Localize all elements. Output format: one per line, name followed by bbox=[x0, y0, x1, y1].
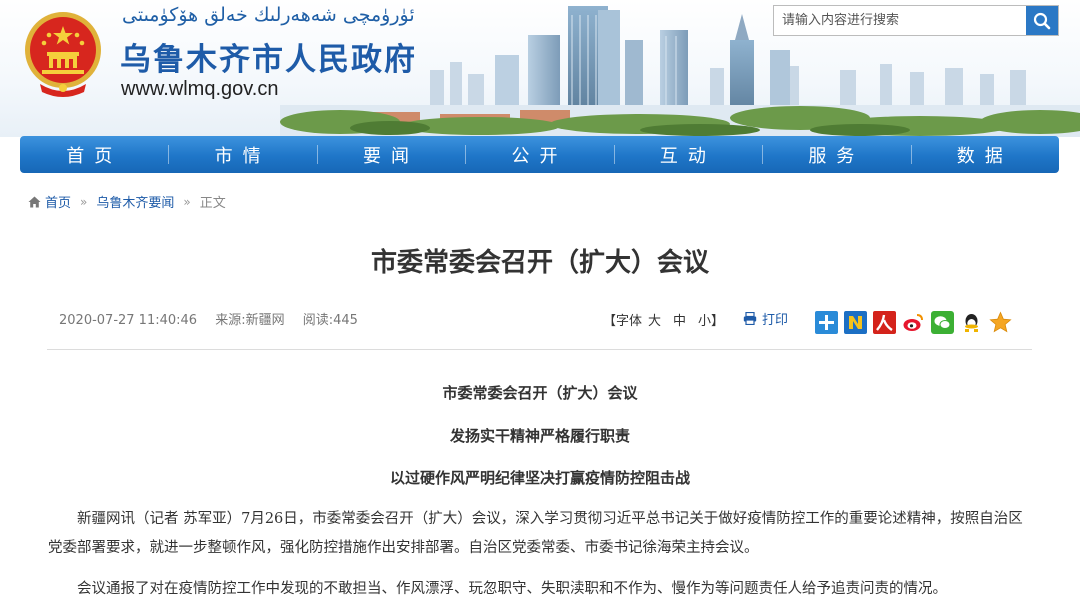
font-large-button[interactable]: 大 bbox=[648, 314, 661, 329]
national-emblem-icon bbox=[25, 12, 101, 97]
print-label: 打印 bbox=[762, 313, 789, 328]
article-subhead: 发扬实干精神严格履行职责 bbox=[449, 427, 630, 445]
article-meta: 2020-07-27 11:40:46 来源:新疆网 阅读:445 bbox=[59, 309, 372, 328]
nav-item-interaction[interactable]: 互动 bbox=[613, 136, 762, 173]
n-share-icon[interactable] bbox=[844, 311, 867, 334]
breadcrumb-separator: » bbox=[183, 194, 191, 209]
font-medium-button[interactable]: 中 bbox=[673, 314, 686, 329]
article-paragraph: 新疆网讯（记者 苏军亚）7月26日，市委常委会召开（扩大）会议，深入学习贯彻习近… bbox=[48, 511, 1023, 556]
nav-item-services[interactable]: 服务 bbox=[762, 136, 910, 173]
header-divider bbox=[47, 349, 1032, 350]
article-title: 市委常委会召开（扩大）会议 bbox=[370, 248, 709, 278]
site-url[interactable]: www.wlmq.gov.cn bbox=[121, 78, 278, 101]
article-source: 来源:新疆网 bbox=[215, 313, 285, 328]
site-title[interactable]: 乌鲁木齐市人民政府 bbox=[120, 34, 417, 79]
font-small-button[interactable]: 小】 bbox=[698, 314, 724, 329]
favorite-star-icon[interactable] bbox=[989, 311, 1012, 334]
print-button[interactable]: 打印 bbox=[743, 309, 788, 328]
search-button[interactable] bbox=[1026, 6, 1058, 35]
uyghur-site-title: ئۈرۈمچى شەھەرلىك خەلق ھۆكۈمىتى bbox=[122, 4, 415, 26]
nav-item-news[interactable]: 要闻 bbox=[316, 136, 465, 173]
publish-date: 2020-07-27 11:40:46 bbox=[59, 313, 198, 328]
nav-item-home[interactable]: 首页 bbox=[20, 136, 168, 173]
search-input[interactable] bbox=[774, 6, 1026, 35]
home-icon bbox=[28, 196, 41, 208]
nav-item-data[interactable]: 数据 bbox=[910, 136, 1059, 173]
site-header: ئۈرۈمچى شەھەرلىك خەلق ھۆكۈمىتى 乌鲁木齐市人民政府… bbox=[0, 0, 1080, 137]
weibo-icon[interactable] bbox=[902, 311, 925, 334]
article-subhead: 市委常委会召开（扩大）会议 bbox=[442, 384, 638, 402]
breadcrumb-separator: » bbox=[80, 194, 88, 209]
font-size-label: 【字体 bbox=[603, 314, 643, 329]
search-box bbox=[773, 5, 1059, 36]
font-size-control: 【字体大中小】 bbox=[603, 310, 730, 329]
printer-icon bbox=[743, 312, 757, 325]
plus-share-icon[interactable] bbox=[815, 311, 838, 334]
share-bar bbox=[815, 311, 1018, 334]
qq-icon[interactable] bbox=[960, 311, 983, 334]
breadcrumb-current: 正文 bbox=[199, 196, 226, 211]
breadcrumb-section-link[interactable]: 乌鲁木齐要闻 bbox=[96, 192, 174, 211]
search-icon bbox=[1033, 12, 1051, 29]
nav-item-city-info[interactable]: 市情 bbox=[168, 136, 316, 173]
view-count: 阅读:445 bbox=[302, 313, 358, 328]
renren-icon[interactable] bbox=[873, 311, 896, 334]
article-paragraph: 会议通报了对在疫情防控工作中发现的不敢担当、作风漂浮、玩忽职守、失职渎职和不作为… bbox=[77, 581, 947, 597]
wechat-icon[interactable] bbox=[931, 311, 954, 334]
nav-item-public-info[interactable]: 公开 bbox=[465, 136, 613, 173]
breadcrumb: 首页 » 乌鲁木齐要闻 » 正文 bbox=[28, 192, 226, 211]
breadcrumb-home-link[interactable]: 首页 bbox=[45, 192, 71, 211]
article-subhead: 以过硬作风严明纪律坚决打赢疫情防控阻击战 bbox=[389, 469, 690, 487]
main-nav: 首页 市情 要闻 公开 互动 服务 数据 bbox=[20, 136, 1059, 173]
